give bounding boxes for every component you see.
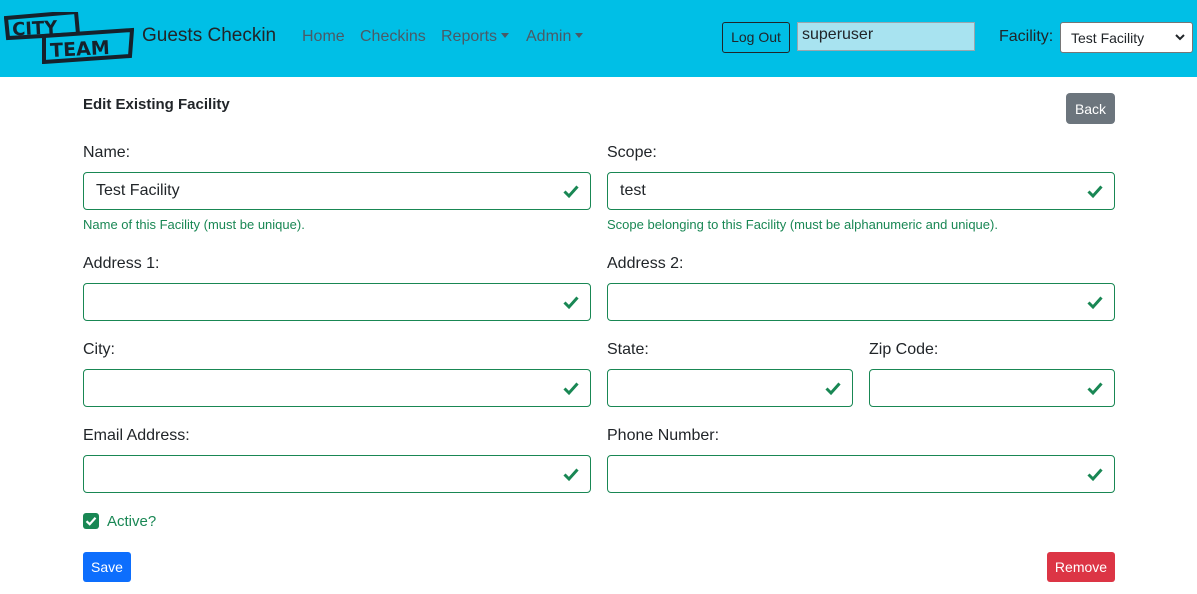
check-icon [563,296,579,310]
city-label: City: [83,341,115,358]
address2-label: Address 2: [607,255,684,272]
nav-dropdown-reports[interactable]: Reports [441,28,510,46]
name-field[interactable]: Test Facility [83,172,591,210]
save-button[interactable]: Save [83,552,131,582]
cityteam-logo[interactable]: CITY TEAM [4,12,134,64]
address1-field[interactable] [83,283,591,321]
check-icon [1087,185,1103,199]
facility-select-value: Test Facility [1071,30,1145,46]
caret-down-icon [575,33,584,38]
phone-field[interactable] [607,455,1115,493]
app-brand-title[interactable]: Guests Checkin [142,25,276,47]
active-checkbox[interactable] [83,513,99,529]
email-field[interactable] [83,455,591,493]
scope-label: Scope: [607,144,657,161]
check-icon [825,382,841,396]
check-icon [1087,382,1103,396]
nav-link-home[interactable]: Home [302,28,345,46]
logo-text-top: CITY [12,17,59,40]
checkmark-icon [85,517,97,526]
logout-button[interactable]: Log Out [722,22,790,53]
caret-down-icon [501,33,510,38]
zip-label: Zip Code: [869,341,939,358]
check-icon [563,382,579,396]
nav-dropdown-admin[interactable]: Admin [526,28,584,46]
city-field[interactable] [83,369,591,407]
nav-link-checkins[interactable]: Checkins [360,28,426,46]
check-icon [563,468,579,482]
facility-label: Facility: [999,28,1054,45]
back-button[interactable]: Back [1066,93,1115,124]
state-label: State: [607,341,649,358]
address2-field[interactable] [607,283,1115,321]
name-value: Test Facility [96,182,180,199]
facility-select[interactable]: Test Facility [1060,22,1193,53]
check-icon [1087,468,1103,482]
address1-label: Address 1: [83,255,160,272]
top-navbar: CITY TEAM Guests Checkin Home Checkins R… [0,0,1197,77]
name-label: Name: [83,144,131,161]
name-help-text: Name of this Facility (must be unique). [83,217,305,232]
phone-label: Phone Number: [607,427,720,444]
scope-help-text: Scope belonging to this Facility (must b… [607,217,998,232]
active-checkbox-label[interactable]: Active? [107,513,156,530]
logo-text-bottom: TEAM [50,37,111,62]
zip-field[interactable] [869,369,1115,407]
chevron-down-icon [1175,34,1185,41]
check-icon [563,185,579,199]
email-label: Email Address: [83,427,190,444]
state-field[interactable] [607,369,853,407]
page-title: Edit Existing Facility [83,96,230,113]
username-field[interactable]: superuser [797,22,975,51]
remove-button[interactable]: Remove [1047,552,1115,582]
check-icon [1087,296,1103,310]
scope-value: test [620,182,646,199]
scope-field[interactable]: test [607,172,1115,210]
